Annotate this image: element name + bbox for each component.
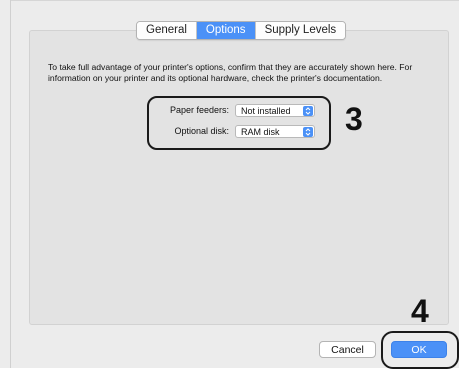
tab-options[interactable]: Options [196,22,256,39]
tab-bar: General Options Supply Levels [136,21,347,40]
window-left-border [10,0,11,368]
tab-supply-levels[interactable]: Supply Levels [255,22,346,39]
options-highlight-ring [147,96,331,150]
cancel-button[interactable]: Cancel [319,341,376,358]
ok-highlight-ring [381,331,459,369]
step-4-callout: 4 [411,293,429,329]
tab-general[interactable]: General [137,22,197,39]
printer-options-dialog: General Options Supply Levels To take fu… [0,0,459,369]
options-description: To take full advantage of your printer's… [48,62,413,83]
step-3-callout: 3 [345,101,363,137]
window-top-border [10,0,459,1]
